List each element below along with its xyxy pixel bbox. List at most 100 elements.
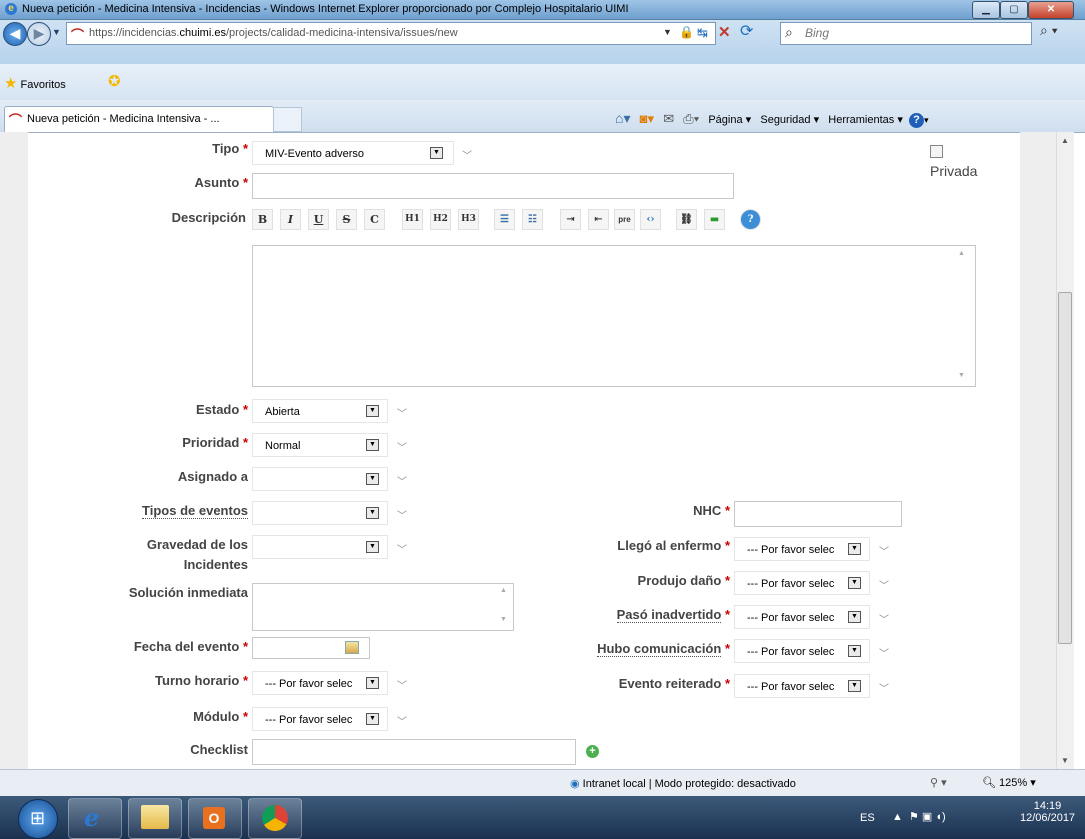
quote-button[interactable]: ⇥ (560, 209, 581, 230)
pre-button[interactable]: pre (614, 209, 635, 230)
asignado-select[interactable]: ▼ (252, 467, 388, 491)
tab-nueva-peticion[interactable]: ⌒ Nueva petición - Medicina Intensiva - … (4, 106, 274, 132)
evento-reiterado-select[interactable]: --- Por favor selec ▼ (734, 674, 870, 698)
start-button[interactable]: ⊞ (18, 799, 58, 839)
close-button[interactable]: ✕ (1028, 1, 1074, 19)
minimize-button[interactable]: ▁ (972, 1, 1000, 19)
turno-select[interactable]: --- Por favor selec ▼ (252, 671, 388, 695)
taskbar-outlook-button[interactable]: O (188, 798, 242, 839)
feeds-icon[interactable]: ◙▾ (640, 111, 654, 126)
add-favorite-icon[interactable]: ✪ (108, 72, 121, 90)
taskbar-chrome-button[interactable] (248, 798, 302, 839)
inline-code-button[interactable]: ‹› (640, 209, 661, 230)
window-title: Nueva petición - Medicina Intensiva - In… (22, 3, 629, 15)
maximize-button[interactable]: ▢ (1000, 1, 1028, 19)
dropdown-icon: ▼ (366, 541, 379, 553)
llego-select[interactable]: --- Por favor selec ▼ (734, 537, 870, 561)
modulo-select[interactable]: --- Por favor selec ▼ (252, 707, 388, 731)
page-menu[interactable]: Página ▾ (708, 114, 751, 126)
refresh-icon[interactable]: ⟳ (740, 21, 753, 41)
new-tab-button[interactable] (273, 107, 302, 132)
bold-button[interactable]: B (252, 209, 273, 230)
scroll-down-icon[interactable]: ▼ (1061, 756, 1069, 765)
dropdown-icon: ▼ (430, 147, 443, 159)
stop-icon[interactable]: ✕ (718, 23, 731, 41)
favorites-button[interactable]: ★ Favoritos (4, 74, 66, 92)
solucion-textarea[interactable] (252, 583, 514, 631)
tools-menu[interactable]: Herramientas ▾ (828, 114, 903, 126)
unquote-button[interactable]: ⇤ (588, 209, 609, 230)
prioridad-select[interactable]: Normal ▼ (252, 433, 388, 457)
address-url: https://incidencias.chuimi.es/projects/c… (89, 27, 458, 39)
h1-button[interactable]: H1 (402, 209, 423, 230)
help-icon[interactable]: ? (909, 113, 924, 128)
dropdown-icon: ▼ (366, 507, 379, 519)
security-menu[interactable]: Seguridad ▾ (760, 114, 819, 126)
underline-button[interactable]: U (308, 209, 329, 230)
asunto-input[interactable] (252, 173, 734, 199)
tipo-select[interactable]: MIV-Evento adverso ▼ (252, 141, 454, 165)
h2-button[interactable]: H2 (430, 209, 451, 230)
gravedad-select[interactable]: ▼ (252, 535, 388, 559)
search-input[interactable]: ⌕ Bing (780, 22, 1032, 45)
clock[interactable]: 14:19 12/06/2017 (1020, 800, 1075, 824)
nhc-input[interactable] (734, 501, 902, 527)
code-button[interactable]: C (364, 209, 385, 230)
image-icon[interactable]: ▬ (704, 209, 725, 230)
descripcion-label: Descripción (171, 210, 246, 225)
hubo-select[interactable]: --- Por favor selec ▼ (734, 639, 870, 663)
link-icon[interactable]: ⛓ (676, 209, 697, 230)
estado-select[interactable]: Abierta ▼ (252, 399, 388, 423)
compatibility-icon[interactable]: ↹ (697, 25, 708, 41)
privada-checkbox[interactable] (930, 145, 943, 158)
security-status-icon[interactable]: ⚲ ▾ (930, 776, 947, 789)
scrollbar-thumb[interactable] (1058, 292, 1072, 644)
textarea-scroll-down-icon[interactable]: ▼ (958, 372, 965, 379)
dropdown-icon: ▼ (366, 677, 379, 689)
scroll-up-icon[interactable]: ▲ (1061, 136, 1069, 145)
history-dropdown-icon[interactable]: ▼ (52, 27, 61, 37)
chevron-down-icon: ﹀ (397, 717, 407, 728)
taskbar-ie-button[interactable]: e (68, 798, 122, 839)
home-icon[interactable]: ⌂▾ (615, 110, 630, 126)
window-title-bar[interactable]: e Nueva petición - Medicina Intensiva - … (0, 0, 1085, 20)
lock-icon[interactable]: 🔒 (679, 25, 694, 39)
evento-reiterado-label: Evento reiterado * (618, 676, 730, 691)
solucion-scroll-up-icon[interactable]: ▲ (500, 587, 507, 594)
zone-status[interactable]: ◉ Intranet local | Modo protegido: desac… (570, 777, 796, 790)
address-dropdown-icon[interactable]: ▼ (663, 27, 672, 37)
dropdown-icon: ▼ (848, 680, 861, 692)
checklist-input[interactable] (252, 739, 576, 765)
h3-button[interactable]: H3 (458, 209, 479, 230)
solucion-scroll-down-icon[interactable]: ▼ (500, 616, 507, 623)
llego-label: Llegó al enfermo * (617, 538, 730, 553)
descripcion-textarea[interactable]: ▲ ▼ (252, 245, 976, 387)
textarea-scroll-up-icon[interactable]: ▲ (958, 250, 965, 257)
tipos-eventos-select[interactable]: ▼ (252, 501, 388, 525)
taskbar-explorer-button[interactable] (128, 798, 182, 839)
page-margin-right (1020, 132, 1056, 769)
add-icon[interactable]: + (586, 745, 599, 758)
unordered-list-button[interactable]: ☰ (494, 209, 515, 230)
search-button-icon[interactable]: ⌕ ▾ (1040, 22, 1058, 39)
tray-icons[interactable]: ▲ ⚑ ▣ ◖) (892, 810, 946, 823)
chrome-icon (262, 805, 288, 831)
page-margin-left (0, 132, 28, 769)
calendar-icon[interactable] (345, 641, 359, 654)
dropdown-icon: ▼ (366, 473, 379, 485)
address-field[interactable]: ⌒ https://incidencias.chuimi.es/projects… (66, 22, 716, 45)
back-button[interactable]: ◀ (3, 22, 27, 46)
paso-select[interactable]: --- Por favor selec ▼ (734, 605, 870, 629)
favorites-bar (0, 64, 1085, 101)
produjo-select[interactable]: --- Por favor selec ▼ (734, 571, 870, 595)
help-button[interactable]: ? (740, 209, 761, 230)
italic-button[interactable]: I (280, 209, 301, 230)
ie-icon: e (84, 803, 100, 832)
strike-button[interactable]: S (336, 209, 357, 230)
print-icon[interactable]: ⎙▾ (683, 111, 699, 126)
ordered-list-button[interactable]: ☷ (522, 209, 543, 230)
mail-icon[interactable]: ✉ (663, 111, 674, 126)
language-indicator[interactable]: ES (860, 812, 875, 824)
forward-button[interactable]: ▶ (27, 22, 51, 46)
zoom-control[interactable]: 🔍︎ 125% ▾ (982, 776, 1036, 789)
